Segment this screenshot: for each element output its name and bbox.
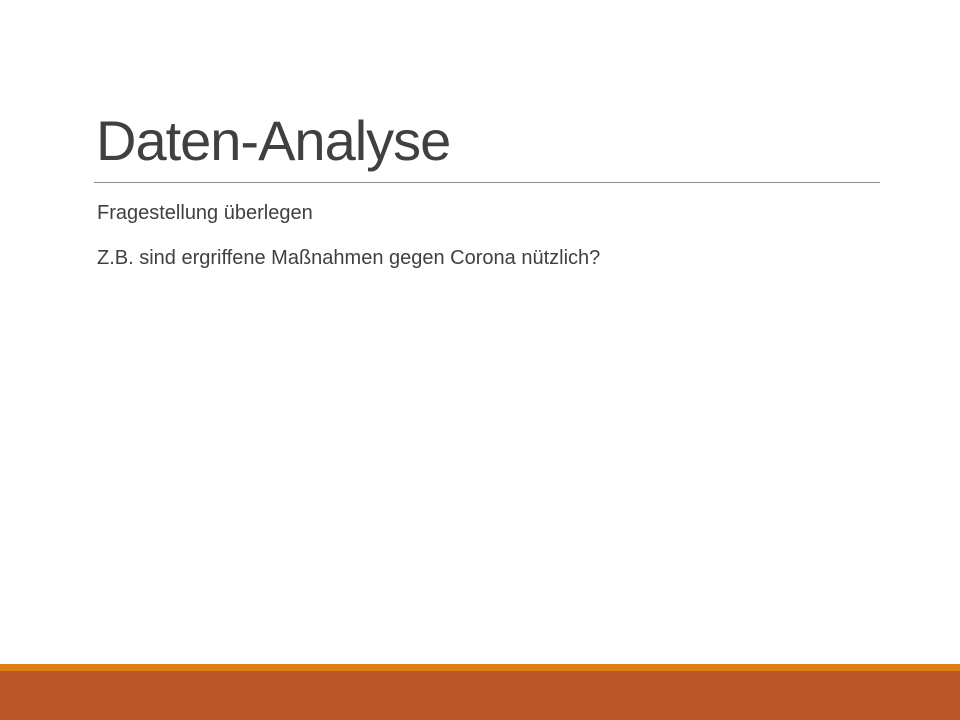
title-divider xyxy=(94,182,880,183)
footer-accent-bar xyxy=(0,664,960,671)
footer-bar xyxy=(0,671,960,720)
slide: Daten-Analyse Fragestellung überlegen Z.… xyxy=(0,0,960,720)
bullet-item: Fragestellung überlegen xyxy=(97,202,313,224)
slide-title: Daten-Analyse xyxy=(96,109,451,172)
bullet-list: Fragestellung überlegen Z.B. sind ergrif… xyxy=(97,198,600,288)
bullet-item: Z.B. sind ergriffene Maßnahmen gegen Cor… xyxy=(97,247,601,269)
